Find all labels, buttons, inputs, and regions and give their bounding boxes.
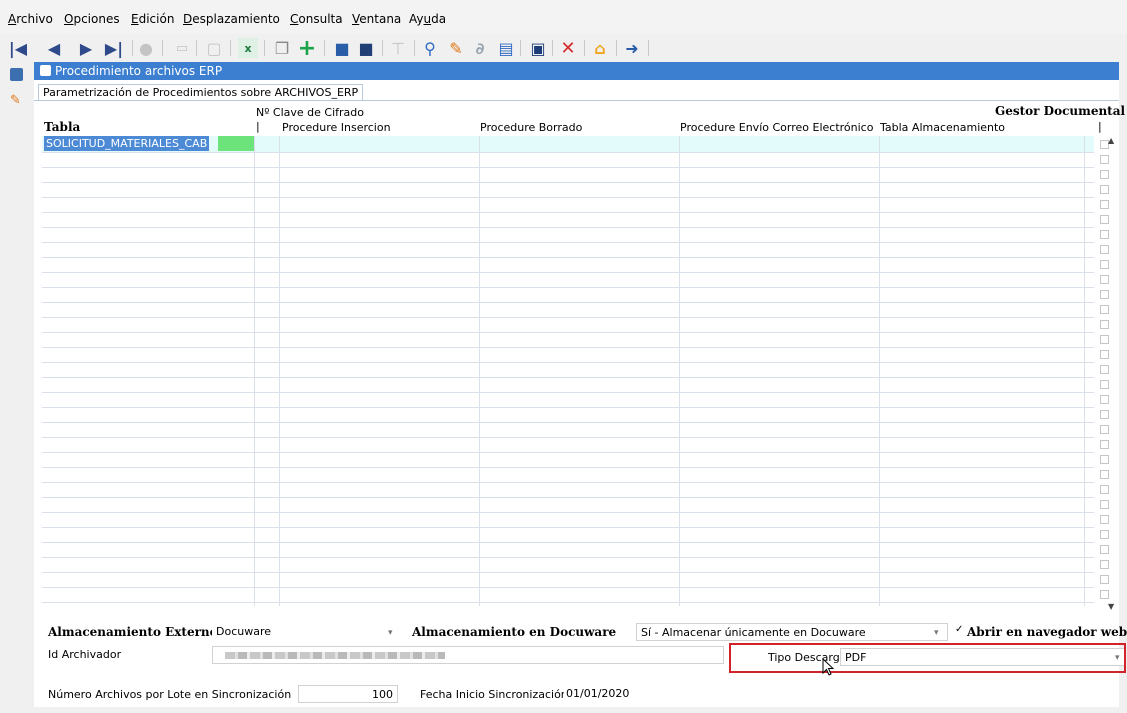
almacenamiento-externo-label: Almacenamiento Externo	[48, 625, 218, 639]
table-row[interactable]	[42, 586, 1109, 603]
search-icon[interactable]: ⚲	[420, 38, 440, 58]
last-record-icon[interactable]: ▶|	[104, 38, 124, 58]
cell-highlight	[218, 136, 254, 151]
edit-icon[interactable]: ✎	[446, 38, 466, 58]
tabla-cell[interactable]: SOLICITUD_MATERIALES_CAB	[44, 136, 210, 151]
abrir-navegador-label: Abrir en navegador web	[967, 625, 1127, 639]
menu-opciones[interactable]: Opciones	[64, 12, 120, 26]
scroll-up-icon[interactable]: ▲	[1108, 136, 1114, 145]
first-record-icon[interactable]: |◀	[8, 38, 28, 58]
data-grid: SOLICITUD_MATERIALES_CAB	[42, 136, 1109, 606]
col-header-clave: Nº Clave de Cifrado	[256, 106, 364, 119]
fecha-inicio-field[interactable]: 01/01/2020	[564, 685, 724, 703]
abrir-navegador-checkbox[interactable]: ✓	[955, 625, 965, 635]
home-icon[interactable]: ⌂	[590, 38, 610, 58]
almacenamiento-externo-select[interactable]: Docuware	[212, 623, 402, 641]
col-header-end: |	[1098, 120, 1102, 133]
almacenamiento-docuware-select[interactable]: Sí - Almacenar únicamente en Docuware	[636, 623, 948, 641]
exit-icon[interactable]: ➜	[622, 38, 642, 58]
numero-archivos-field[interactable]: 100	[298, 685, 398, 703]
database-side-icon[interactable]	[10, 68, 23, 81]
menu-consulta[interactable]: Consulta	[290, 12, 343, 26]
delete-icon[interactable]: ✕	[558, 38, 578, 59]
grid-scrollbar[interactable]: ▲ ▼	[1107, 136, 1117, 616]
menu-archivo[interactable]: Archivo	[8, 12, 53, 26]
menu-bar: Archivo Opciones Edición Desplazamiento …	[0, 0, 1127, 34]
window-title: Procedimiento archivos ERP	[55, 64, 223, 78]
numero-archivos-label: Número Archivos por Lote en Sincronizaci…	[48, 688, 292, 701]
print-icon[interactable]: ▭	[172, 38, 192, 58]
copy-icon[interactable]: ❐	[272, 38, 292, 58]
fecha-inicio-label: Fecha Inicio Sincronización	[420, 688, 568, 701]
col-header-tabla: Tabla	[44, 120, 81, 134]
scroll-down-icon[interactable]: ▼	[1108, 602, 1114, 611]
window-title-bar: Procedimiento archivos ERP	[34, 62, 1119, 80]
almacenamiento-docuware-label: Almacenamiento en Docuware	[412, 625, 617, 639]
mouse-cursor-icon	[822, 658, 835, 676]
col-header-borrado: Procedure Borrado	[480, 121, 583, 134]
blurred-value	[225, 652, 445, 659]
menu-edicion[interactable]: Edición	[131, 12, 174, 26]
col-header-sep: |	[256, 120, 260, 133]
blank-icon[interactable]: ▢	[204, 38, 224, 58]
excel-export-icon[interactable]: x	[238, 38, 258, 58]
col-header-insercion: Procedure Insercion	[282, 121, 391, 134]
disabled-icon[interactable]: ●	[136, 38, 156, 58]
col-header-correo: Procedure Envío Correo Electrónico	[680, 121, 874, 134]
id-archivador-field[interactable]	[212, 646, 724, 664]
chevron-down-icon[interactable]: ▾	[388, 628, 393, 638]
main-panel: Procedimiento archivos ERP Parametrizaci…	[34, 62, 1127, 707]
highlight-box	[729, 643, 1126, 673]
previous-record-icon[interactable]: ◀	[44, 38, 64, 58]
document-icon[interactable]: ▤	[496, 38, 516, 58]
next-record-icon[interactable]: ▶	[76, 38, 96, 58]
database-icon[interactable]: ■	[332, 38, 352, 58]
menu-ventana[interactable]: Ventana	[352, 12, 401, 26]
id-archivador-label: Id Archivador	[48, 648, 122, 661]
group-header-gestor: Gestor Documental	[995, 104, 1126, 118]
chevron-down-icon[interactable]: ▾	[934, 628, 939, 638]
save-icon[interactable]: ▣	[528, 38, 548, 58]
filter-icon[interactable]: ⊤	[388, 38, 408, 58]
menu-desplazamiento[interactable]: Desplazamiento	[183, 12, 280, 26]
toolbar: |◀ ◀ ▶ ▶| ● ▭ ▢ x ❐ + ■ ■ ⊤ ⚲ ✎ ∂ ▤ ▣ ✕ …	[0, 36, 1127, 62]
attach-icon[interactable]: ∂	[470, 38, 490, 58]
add-record-icon[interactable]: +	[297, 36, 317, 61]
edit-side-icon[interactable]: ✎	[10, 94, 23, 107]
database-dark-icon[interactable]: ■	[356, 38, 376, 58]
tab-parametrizacion[interactable]: Parametrización de Procedimientos sobre …	[38, 84, 364, 101]
col-header-almacenamiento: Tabla Almacenamiento	[880, 121, 1006, 134]
window-icon	[40, 65, 51, 76]
menu-ayuda[interactable]: Ayuda	[409, 12, 446, 26]
